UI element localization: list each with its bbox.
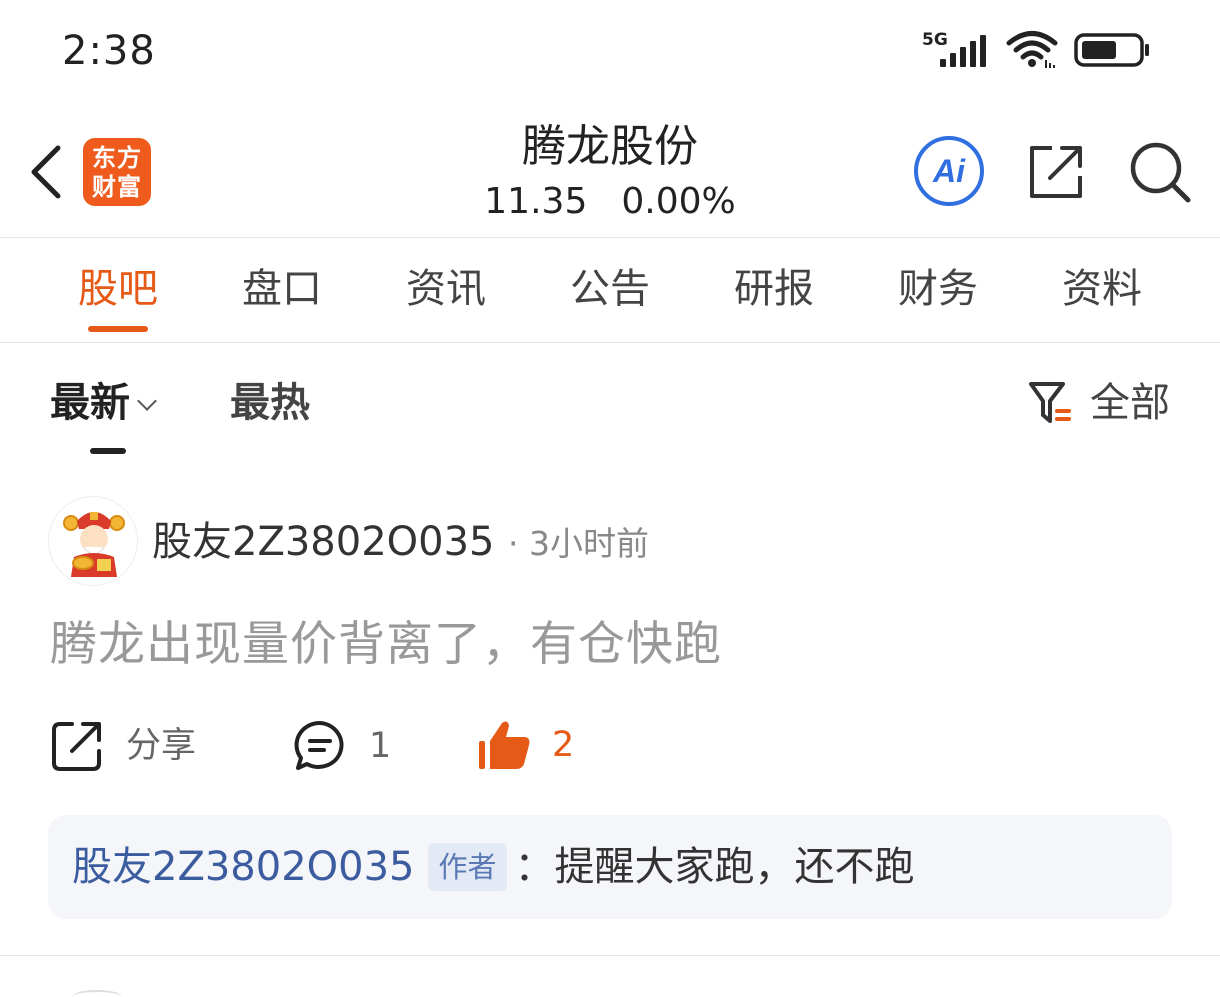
wifi-icon <box>1006 31 1058 68</box>
filter-icon <box>1029 382 1071 423</box>
status-bar: 2:38 5G <box>0 0 1220 100</box>
reply-preview[interactable]: 股友2Z3802O035 作者 ：提醒大家跑，还不跑 <box>48 815 1172 919</box>
comment-count: 1 <box>369 726 392 766</box>
status-time: 2:38 <box>62 28 156 74</box>
logo-line-1: 东方 <box>92 143 142 172</box>
avatar[interactable] <box>48 496 138 586</box>
stock-title: 腾龙股份 11.35 0.00% <box>360 118 860 224</box>
tab-announcements[interactable]: 公告 <box>550 263 670 315</box>
like-button[interactable]: 2 <box>476 719 574 771</box>
caishen-avatar-icon <box>63 512 125 577</box>
reply-text: ：提醒大家跑，还不跑 <box>514 844 915 890</box>
tab-active-indicator <box>88 326 148 332</box>
like-count: 2 <box>552 725 575 765</box>
tab-guba[interactable]: 股吧 <box>58 263 178 315</box>
post-time: · 3小时前 <box>508 524 649 563</box>
stock-change: 0.00% <box>621 181 736 222</box>
comment-button[interactable]: 1 <box>293 719 391 773</box>
post-actions: 分享 1 2 <box>0 713 1220 783</box>
reply-username[interactable]: 股友2Z3802O035 <box>72 841 414 893</box>
filter-label: 全部 <box>1090 380 1170 426</box>
stock-header: 东方 财富 腾龙股份 11.35 0.00% Ai <box>0 100 1220 238</box>
status-icons: 5G <box>922 30 1152 70</box>
sort-hot[interactable]: 最热 <box>230 377 310 429</box>
logo-line-2: 财富 <box>92 172 142 201</box>
app-logo[interactable]: 东方 财富 <box>83 138 151 206</box>
sort-bar: 最新 最热 全部 <box>0 343 1220 463</box>
tab-news[interactable]: 资讯 <box>386 263 506 315</box>
stock-name: 腾龙股份 <box>522 121 698 172</box>
tab-pankou[interactable]: 盘口 <box>222 263 342 315</box>
share-button[interactable]: 分享 <box>50 719 196 773</box>
next-post-avatar-partial <box>72 990 122 997</box>
tab-profile[interactable]: 资料 <box>1042 263 1162 315</box>
sort-active-indicator <box>90 448 126 454</box>
stock-price: 11.35 <box>484 181 588 222</box>
thumbs-up-icon <box>479 721 530 769</box>
back-icon[interactable] <box>24 140 68 204</box>
ai-assistant-icon[interactable]: Ai <box>912 134 986 208</box>
battery-icon <box>1074 33 1149 67</box>
filter-button[interactable]: 全部 <box>1028 377 1170 429</box>
network-type: 5G <box>922 30 948 50</box>
chevron-down-icon <box>137 391 157 411</box>
search-icon[interactable] <box>1128 140 1192 204</box>
sort-latest[interactable]: 最新 <box>50 377 157 429</box>
comment-icon <box>294 720 344 770</box>
sort-latest-label: 最新 <box>50 380 130 426</box>
tab-research[interactable]: 研报 <box>714 263 834 315</box>
tab-finance[interactable]: 财务 <box>878 263 998 315</box>
signal-icon: 5G <box>922 30 990 70</box>
post-card[interactable]: 股友2Z3802O035 · 3小时前 腾龙出现量价背离了，有仓快跑 分享 1 … <box>0 463 1220 956</box>
share-icon[interactable] <box>1026 142 1086 202</box>
stock-quote: 11.35 0.00% <box>360 180 860 224</box>
author-badge: 作者 <box>428 843 507 891</box>
post-content[interactable]: 腾龙出现量价背离了，有仓快跑 <box>50 613 722 677</box>
share-label: 分享 <box>126 726 197 766</box>
post-username[interactable]: 股友2Z3802O035 <box>152 517 494 567</box>
share-icon <box>52 722 101 771</box>
ai-label: Ai <box>932 153 966 189</box>
tab-bar: 股吧 盘口 资讯 公告 研报 财务 资料 <box>0 239 1220 343</box>
